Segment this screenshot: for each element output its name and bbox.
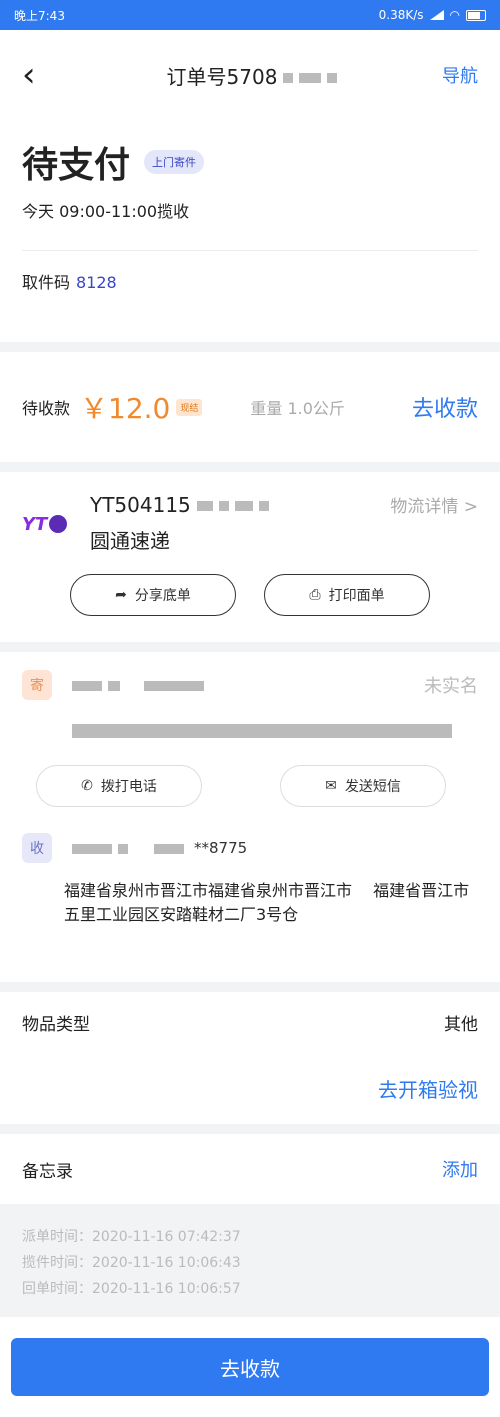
section-gap <box>0 642 500 652</box>
goods-card: 物品类型 其他 去开箱验视 <box>0 992 500 1124</box>
wifi-icon: ◠ <box>449 8 460 22</box>
phone-icon: ✆ <box>81 778 93 794</box>
print-label-button[interactable]: ⎙ 打印面单 <box>264 574 430 616</box>
masked-text <box>218 501 229 511</box>
order-status-card: 待支付 上门寄件 今天 09:00-11:00揽收 取件码 8128 <box>0 120 500 342</box>
pickup-code-value: 8128 <box>76 273 117 292</box>
masked-text <box>144 681 204 691</box>
masked-text <box>118 844 128 854</box>
print-label: 打印面单 <box>328 588 385 604</box>
pickup-time: 今天 09:00-11:00揽收 <box>22 202 190 221</box>
contact-card: 寄 未实名 ✆ 拨打电话 ✉ 发送短信 收 **8775 福建省泉州市晋江市福建… <box>0 652 500 982</box>
sender-address-masked <box>72 720 478 739</box>
status-time: 晚上7:43 <box>14 8 65 23</box>
receiver-name-masked <box>66 839 184 858</box>
section-gap <box>0 462 500 472</box>
memo-card: 备忘录 添加 <box>0 1134 500 1204</box>
masked-text <box>258 501 269 511</box>
top-bar: ‹ 订单号5708 导航 <box>0 30 500 120</box>
order-status: 待支付 <box>22 145 131 186</box>
sender-role-badge: 寄 <box>22 670 52 700</box>
open-inspection-link[interactable]: 去开箱验视 <box>22 1074 478 1103</box>
back-icon[interactable]: ‹ <box>22 58 62 92</box>
pickup-code-label: 取件码 <box>22 273 71 292</box>
divider <box>22 250 478 251</box>
masked-text <box>72 844 112 854</box>
order-number-text: 订单号5708 <box>166 64 278 89</box>
section-gap <box>0 1124 500 1134</box>
timeline: 派单时间：2020-11-16 07:42:37 揽件时间：2020-11-16… <box>0 1204 500 1302</box>
message-icon: ✉ <box>325 778 337 794</box>
masked-text <box>196 501 213 511</box>
masked-text <box>108 681 120 691</box>
payment-amount: ￥12.0 <box>80 392 171 425</box>
status-icons: 0.38K/s ◠ <box>379 8 486 22</box>
call-button[interactable]: ✆ 拨打电话 <box>36 765 202 807</box>
masked-text <box>299 73 322 83</box>
payment-card: 待收款 ￥12.0 现结 重量 1.0公斤 去收款 <box>0 352 500 462</box>
service-badge: 上门寄件 <box>144 150 205 174</box>
sms-label: 发送短信 <box>344 779 401 795</box>
order-number-title: 订单号5708 <box>167 61 338 90</box>
yto-logo-icon: YT <box>22 510 68 538</box>
bottom-bar: 去收款 <box>0 1317 500 1417</box>
sender-name-masked <box>66 676 204 695</box>
receiver-row: 收 **8775 <box>22 833 478 863</box>
memo-label: 备忘录 <box>22 1161 73 1182</box>
payment-label: 待收款 <box>22 399 71 418</box>
navigate-button[interactable]: 导航 <box>442 62 478 88</box>
collect-payment-link[interactable]: 去收款 <box>412 391 478 423</box>
network-speed: 0.38K/s <box>378 8 424 22</box>
verification-status: 未实名 <box>424 676 478 697</box>
printer-icon: ⎙ <box>309 587 321 603</box>
receiver-role-badge: 收 <box>22 833 52 863</box>
section-gap <box>0 982 500 992</box>
section-gap <box>0 342 500 352</box>
share-icon: ➦ <box>115 587 127 603</box>
pickup-code-row: 取件码 8128 <box>22 269 478 293</box>
masked-text <box>72 681 102 691</box>
signal-icon <box>429 10 444 20</box>
goods-type-label: 物品类型 <box>22 1014 90 1035</box>
masked-text <box>234 501 253 511</box>
sender-row: 寄 未实名 <box>22 670 478 700</box>
add-memo-link[interactable]: 添加 <box>442 1156 478 1182</box>
sms-button[interactable]: ✉ 发送短信 <box>280 765 446 807</box>
logistics-detail-link[interactable]: 物流详情 > <box>390 492 478 517</box>
masked-text <box>72 723 452 738</box>
courier-company: 圆通速递 <box>90 529 170 553</box>
tracking-number: YT504115 <box>90 493 269 517</box>
courier-card: YT YT504115 物流详情 > 圆通速递 ➦ 分享底单 ⎙ 打印面单 <box>0 472 500 642</box>
masked-text <box>283 73 294 83</box>
masked-text <box>327 73 338 83</box>
pickup-timestamp: 揽件时间：2020-11-16 10:06:43 <box>22 1255 241 1271</box>
payment-tag: 现结 <box>176 398 203 416</box>
share-receipt-button[interactable]: ➦ 分享底单 <box>70 574 236 616</box>
masked-text <box>154 844 184 854</box>
dispatch-time: 派单时间：2020-11-16 07:42:37 <box>22 1229 241 1245</box>
share-label: 分享底单 <box>134 588 191 604</box>
goods-type-value: 其他 <box>444 1014 478 1035</box>
status-bar: 晚上7:43 0.38K/s ◠ <box>0 0 500 30</box>
collect-payment-button[interactable]: 去收款 <box>11 1338 489 1396</box>
receiver-phone: **8775 <box>194 839 248 857</box>
battery-icon <box>466 9 486 21</box>
call-label: 拨打电话 <box>100 779 157 795</box>
receiver-address: 福建省泉州市晋江市福建省泉州市晋江市 福建省晋江市五里工业园区安踏鞋材二厂3号仓 <box>64 881 470 924</box>
return-time: 回单时间：2020-11-16 10:06:57 <box>22 1281 241 1297</box>
tracking-text: YT504115 <box>90 492 191 517</box>
package-weight: 重量 1.0公斤 <box>250 399 345 418</box>
